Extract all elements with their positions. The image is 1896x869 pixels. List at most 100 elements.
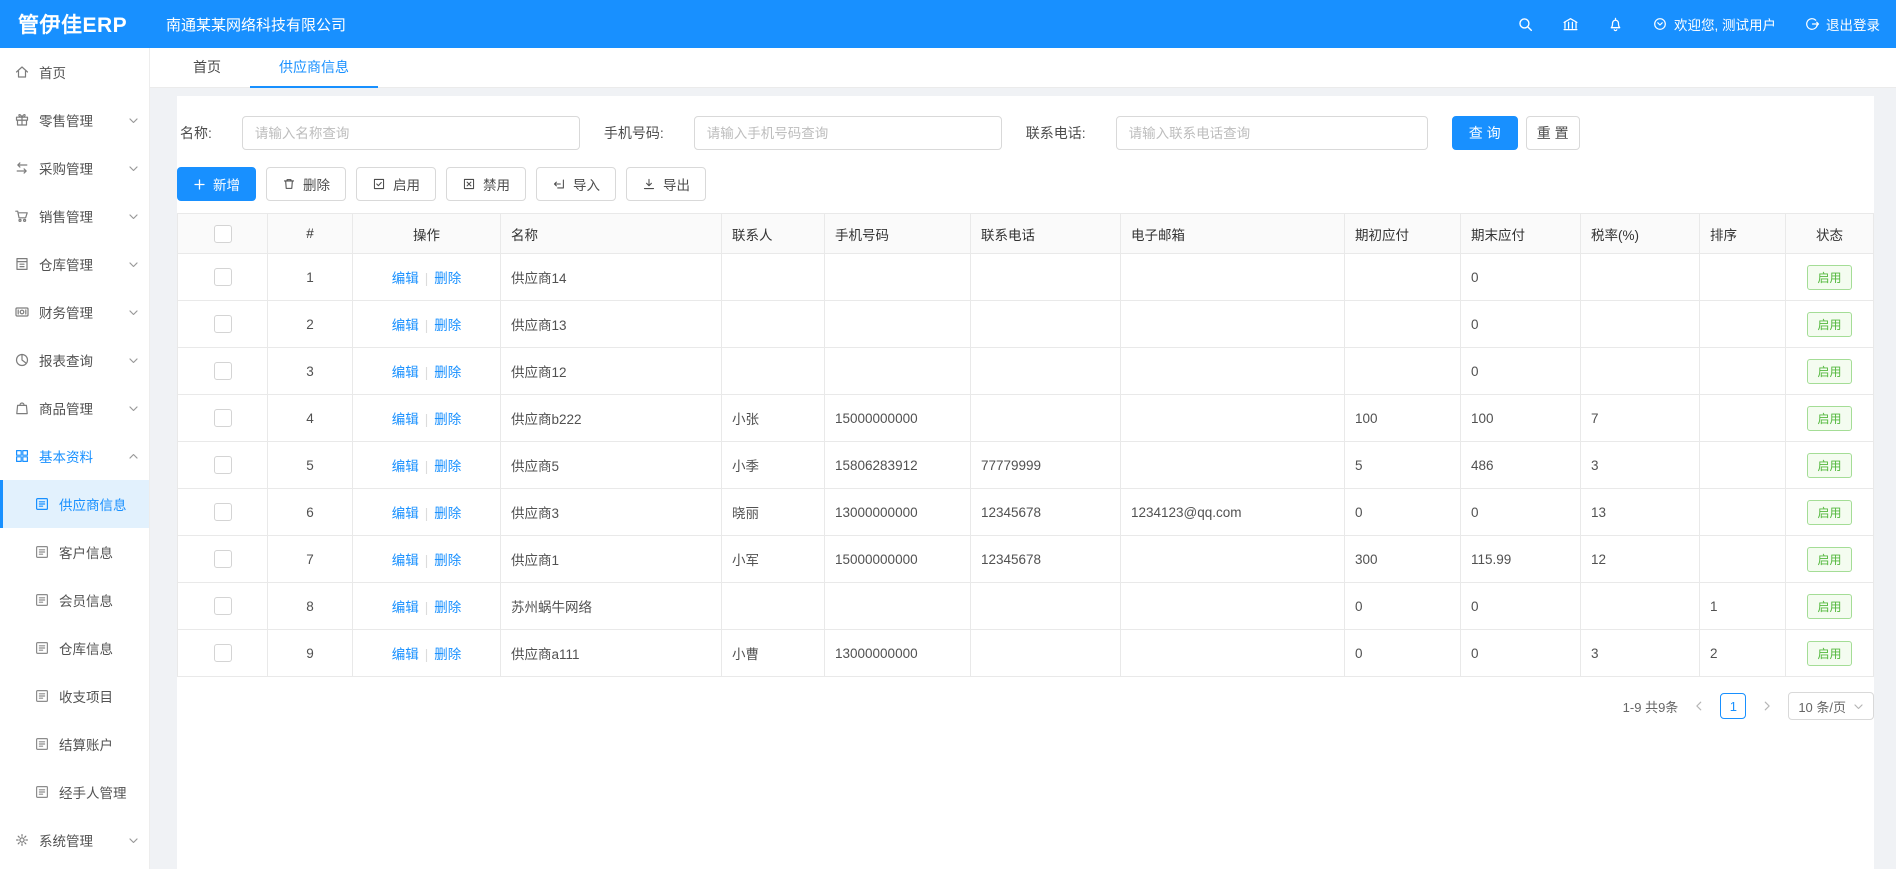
- delete-link[interactable]: 删除: [434, 271, 461, 286]
- tab-supplier-info[interactable]: 供应商信息: [250, 48, 378, 87]
- pagination: 1-9 共9条 1 10 条/页: [177, 692, 1874, 740]
- edit-link[interactable]: 编辑: [392, 271, 419, 286]
- cell-email: [1121, 348, 1345, 395]
- sidebar-item-customer-info[interactable]: 客户信息: [0, 528, 149, 576]
- import-button[interactable]: 导入: [536, 167, 616, 201]
- cell-index: 2: [268, 301, 353, 348]
- sidebar-item-label: 经手人管理: [59, 782, 127, 802]
- home-icon: [14, 64, 30, 80]
- report-icon: [14, 352, 30, 368]
- delete-link[interactable]: 删除: [434, 553, 461, 568]
- delete-link[interactable]: 删除: [434, 459, 461, 474]
- sidebar-item-income-expense-item[interactable]: 收支项目: [0, 672, 149, 720]
- cell-phone: [825, 583, 971, 630]
- header-actions: 欢迎您, 测试用户 退出登录: [1517, 14, 1896, 34]
- delete-link[interactable]: 删除: [434, 318, 461, 333]
- cell-tel: 77779999: [971, 442, 1121, 489]
- sidebar-item-retail-mgmt[interactable]: 零售管理: [0, 96, 149, 144]
- disable-button[interactable]: 禁用: [446, 167, 526, 201]
- export-button[interactable]: 导出: [626, 167, 706, 201]
- edit-link[interactable]: 编辑: [392, 412, 419, 427]
- sidebar-item-finance-mgmt[interactable]: 财务管理: [0, 288, 149, 336]
- sidebar-item-system-mgmt[interactable]: 系统管理: [0, 816, 149, 864]
- tel-label: 联系电话:: [1026, 123, 1086, 143]
- status-badge: 启用: [1807, 406, 1851, 431]
- row-checkbox[interactable]: [214, 503, 232, 521]
- chevron-down-icon: [128, 835, 139, 846]
- row-checkbox[interactable]: [214, 456, 232, 474]
- next-page-button[interactable]: [1755, 694, 1779, 718]
- cell-tel: 12345678: [971, 489, 1121, 536]
- sidebar-item-label: 收支项目: [59, 686, 113, 706]
- edit-link[interactable]: 编辑: [392, 365, 419, 380]
- edit-link[interactable]: 编辑: [392, 506, 419, 521]
- bank-icon[interactable]: [1562, 16, 1579, 33]
- edit-link[interactable]: 编辑: [392, 600, 419, 615]
- tab-home[interactable]: 首页: [164, 48, 250, 87]
- cell-phone: 13000000000: [825, 630, 971, 677]
- page-size-select[interactable]: 10 条/页: [1788, 692, 1874, 720]
- app-logo: 管伊佳ERP: [0, 9, 150, 39]
- sidebar-item-goods-mgmt[interactable]: 商品管理: [0, 384, 149, 432]
- chevron-down-icon: [128, 163, 139, 174]
- user-welcome[interactable]: 欢迎您, 测试用户: [1652, 14, 1776, 34]
- sidebar-item-basic-data[interactable]: 基本资料: [0, 432, 149, 480]
- sidebar-item-sales-mgmt[interactable]: 销售管理: [0, 192, 149, 240]
- delete-link[interactable]: 删除: [434, 647, 461, 662]
- logout-button[interactable]: 退出登录: [1804, 14, 1880, 34]
- table-toolbar: 新增 删除 启用 禁用: [177, 167, 1874, 201]
- cell-closing-payable: 0: [1461, 630, 1581, 677]
- sidebar-item-warehouse-info[interactable]: 仓库信息: [0, 624, 149, 672]
- cell-name: 苏州蜗牛网络: [501, 583, 722, 630]
- row-checkbox[interactable]: [214, 409, 232, 427]
- list-icon: [34, 784, 50, 800]
- tel-search-input[interactable]: [1116, 116, 1428, 150]
- cell-tel: [971, 348, 1121, 395]
- cell-tel: 12345678: [971, 536, 1121, 583]
- sidebar-item-member-info[interactable]: 会员信息: [0, 576, 149, 624]
- delete-link[interactable]: 删除: [434, 600, 461, 615]
- edit-link[interactable]: 编辑: [392, 647, 419, 662]
- edit-link[interactable]: 编辑: [392, 553, 419, 568]
- name-search-input[interactable]: [242, 116, 580, 150]
- col-closing-payable: 期末应付: [1461, 214, 1581, 254]
- cell-email: [1121, 301, 1345, 348]
- delete-link[interactable]: 删除: [434, 365, 461, 380]
- phone-search-input[interactable]: [694, 116, 1002, 150]
- sidebar-item-settlement-account[interactable]: 结算账户: [0, 720, 149, 768]
- sidebar-item-purchase-mgmt[interactable]: 采购管理: [0, 144, 149, 192]
- col-opening-payable: 期初应付: [1345, 214, 1461, 254]
- select-all-checkbox[interactable]: [214, 225, 232, 243]
- cell-sort: 1: [1700, 583, 1786, 630]
- edit-link[interactable]: 编辑: [392, 459, 419, 474]
- delete-button[interactable]: 删除: [266, 167, 346, 201]
- delete-link[interactable]: 删除: [434, 412, 461, 427]
- row-checkbox[interactable]: [214, 644, 232, 662]
- search-button[interactable]: 查 询: [1452, 116, 1518, 150]
- row-checkbox[interactable]: [214, 597, 232, 615]
- enable-button[interactable]: 启用: [356, 167, 436, 201]
- add-button[interactable]: 新增: [177, 167, 256, 201]
- cell-tax-rate: [1581, 254, 1700, 301]
- cell-tel: [971, 395, 1121, 442]
- bell-icon[interactable]: [1607, 16, 1624, 33]
- sidebar-item-home[interactable]: 首页: [0, 48, 149, 96]
- row-checkbox[interactable]: [214, 268, 232, 286]
- sidebar-item-handler-mgmt[interactable]: 经手人管理: [0, 768, 149, 816]
- sidebar-item-supplier-info[interactable]: 供应商信息: [0, 480, 149, 528]
- list-icon: [34, 544, 50, 560]
- reset-button[interactable]: 重 置: [1526, 116, 1580, 150]
- prev-page-button[interactable]: [1687, 694, 1711, 718]
- row-checkbox[interactable]: [214, 550, 232, 568]
- delete-link[interactable]: 删除: [434, 506, 461, 521]
- sidebar-item-warehouse-mgmt[interactable]: 仓库管理: [0, 240, 149, 288]
- search-icon[interactable]: [1517, 16, 1534, 33]
- cell-index: 8: [268, 583, 353, 630]
- sidebar-item-report-query[interactable]: 报表查询: [0, 336, 149, 384]
- page-number-button[interactable]: 1: [1720, 693, 1746, 719]
- edit-link[interactable]: 编辑: [392, 318, 419, 333]
- chevron-down-icon: [128, 355, 139, 366]
- row-checkbox[interactable]: [214, 315, 232, 333]
- list-icon: [34, 736, 50, 752]
- row-checkbox[interactable]: [214, 362, 232, 380]
